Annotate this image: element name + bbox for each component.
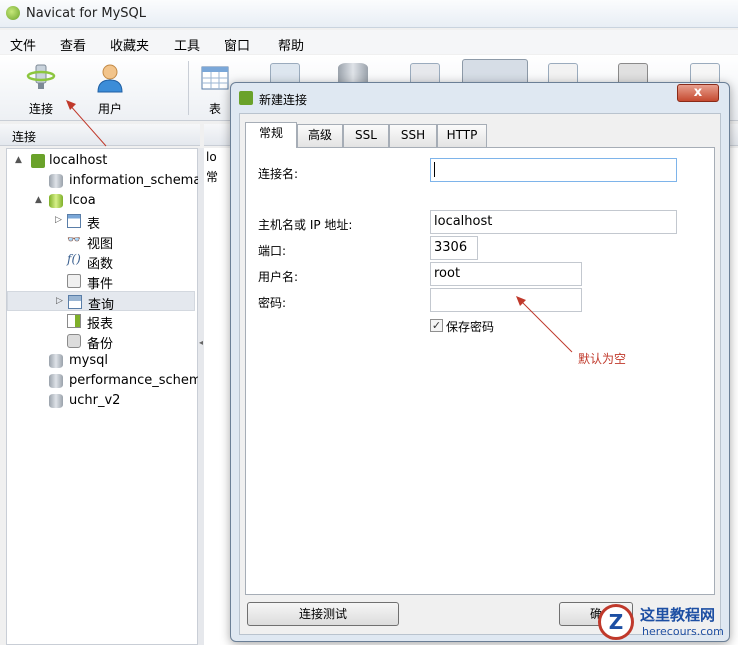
- username-input[interactable]: root: [430, 262, 582, 286]
- tree-item-label: 视图: [87, 237, 114, 252]
- menu-tools[interactable]: 工具: [174, 35, 200, 54]
- object-list-item[interactable]: 常: [206, 168, 218, 185]
- tree-item-reports[interactable]: 报表: [7, 311, 195, 332]
- connection-name-label: 连接名:: [258, 167, 299, 181]
- save-password-label: 保存密码: [446, 320, 495, 334]
- text-caret: [434, 162, 435, 177]
- table-icon: [201, 66, 229, 90]
- tree-item-label: 备份: [87, 337, 114, 352]
- navicat-logo-icon: [6, 6, 20, 20]
- view-icon: 👓: [67, 233, 81, 246]
- database-open-icon: [49, 194, 63, 208]
- connect-label: 连接: [28, 102, 53, 116]
- menu-view[interactable]: 查看: [60, 35, 86, 54]
- tree-item-label: localhost: [49, 153, 108, 168]
- splitter-grip-icon: ◂: [199, 338, 204, 347]
- expand-icon[interactable]: ▷: [56, 296, 63, 306]
- dialog-body: 常规 高级 SSL SSH HTTP 连接名: 主机名或 IP 地址: loca…: [239, 113, 721, 635]
- menu-file[interactable]: 文件: [10, 35, 36, 54]
- database-icon: [49, 374, 63, 388]
- tree-item-events[interactable]: 事件: [7, 271, 195, 292]
- query-icon: [68, 295, 82, 309]
- function-icon: f(): [67, 252, 81, 266]
- tree-item-label: 表: [87, 217, 101, 232]
- tree-item-performance-schema[interactable]: performance_schema: [7, 371, 210, 391]
- test-connection-button[interactable]: 连接测试: [247, 602, 399, 626]
- save-password-checkbox[interactable]: ✓: [430, 319, 443, 332]
- connection-panel-header: 连接: [0, 124, 200, 146]
- menu-bar: 文件 查看 收藏夹 工具 窗口 帮助: [0, 30, 738, 54]
- table-icon: [67, 214, 81, 228]
- close-button[interactable]: x: [677, 84, 719, 102]
- connection-icon: [31, 154, 45, 168]
- tree-item-queries[interactable]: ▷ 查询: [7, 291, 195, 313]
- annotation-arrow-line: [519, 299, 573, 353]
- expand-icon[interactable]: ▷: [55, 215, 62, 225]
- connection-name-input[interactable]: [430, 158, 677, 182]
- menu-favorites[interactable]: 收藏夹: [110, 35, 149, 54]
- annotation-arrow-password: [516, 296, 573, 353]
- tree-item-label: uchr_v2: [69, 393, 121, 408]
- dialog-title: 新建连接: [259, 93, 308, 107]
- connection-panel-title: 连接: [12, 130, 37, 144]
- watermark-logo-icon: Z: [598, 604, 634, 640]
- plug-connect-icon: [26, 64, 56, 89]
- menu-window[interactable]: 窗口: [224, 35, 250, 54]
- tree-item-lcoa[interactable]: ▲ lcoa: [7, 191, 195, 211]
- tab-general[interactable]: 常规: [245, 122, 297, 148]
- backup-icon: [67, 334, 81, 348]
- tree-item-label: 函数: [87, 257, 114, 272]
- new-connection-dialog: 新建连接 x 常规 高级 SSL SSH HTTP 连接名: 主机名或 IP 地…: [230, 82, 730, 642]
- tab-ssl[interactable]: SSL: [343, 124, 389, 147]
- tree-item-views[interactable]: 👓 视图: [7, 231, 195, 252]
- window-titlebar: Navicat for MySQL: [0, 0, 738, 28]
- watermark-title: 这里教程网: [640, 606, 716, 624]
- tree-item-localhost[interactable]: ▲ localhost: [7, 151, 195, 171]
- tab-ssh[interactable]: SSH: [389, 124, 437, 147]
- connection-tree: ▲ localhost information_schema ▲ lcoa ▷ …: [6, 148, 210, 645]
- collapse-icon[interactable]: ▲: [15, 155, 22, 165]
- tree-item-functions[interactable]: f() 函数: [7, 251, 195, 272]
- tab-advanced[interactable]: 高级: [297, 124, 343, 147]
- tree-item-label: lcoa: [69, 193, 96, 208]
- database-icon: [49, 354, 63, 368]
- tree-item-label: mysql: [69, 353, 108, 368]
- general-tab-panel: 连接名: 主机名或 IP 地址: localhost 端口: 3306 用户名:…: [245, 147, 715, 595]
- tree-item-label: information_schema: [69, 173, 202, 188]
- user-icon: [97, 64, 123, 93]
- user-button[interactable]: 用户: [82, 59, 138, 117]
- tree-item-label: performance_schema: [69, 373, 210, 388]
- host-input[interactable]: localhost: [430, 210, 677, 234]
- database-icon: [49, 394, 63, 408]
- menu-help[interactable]: 帮助: [278, 35, 304, 54]
- collapse-icon[interactable]: ▲: [35, 195, 42, 205]
- port-input[interactable]: 3306: [430, 236, 478, 260]
- object-list-item[interactable]: lo: [206, 150, 217, 164]
- tree-item-uchr-v2[interactable]: uchr_v2: [7, 391, 195, 411]
- connect-button[interactable]: 连接: [13, 59, 69, 117]
- port-label: 端口:: [258, 244, 287, 258]
- tree-item-label: 报表: [87, 317, 114, 332]
- tree-item-label: 事件: [87, 277, 114, 292]
- event-icon: [67, 274, 81, 288]
- tab-http[interactable]: HTTP: [437, 124, 487, 147]
- watermark-url: herecours.com: [642, 625, 724, 638]
- tree-item-tables[interactable]: ▷ 表: [7, 211, 195, 232]
- report-icon: [67, 314, 81, 328]
- username-label: 用户名:: [258, 270, 299, 284]
- host-label: 主机名或 IP 地址:: [258, 218, 353, 232]
- tree-item-mysql[interactable]: mysql: [7, 351, 195, 371]
- database-icon: [49, 174, 63, 188]
- watermark: Z 这里教程网 herecours.com: [592, 600, 738, 645]
- tree-item-information-schema[interactable]: information_schema: [7, 171, 201, 191]
- password-label: 密码:: [258, 296, 287, 310]
- app-title: Navicat for MySQL: [26, 6, 146, 21]
- user-label: 用户: [97, 102, 122, 116]
- dialog-connection-icon: [239, 91, 253, 105]
- tree-item-backups[interactable]: 备份: [7, 331, 195, 352]
